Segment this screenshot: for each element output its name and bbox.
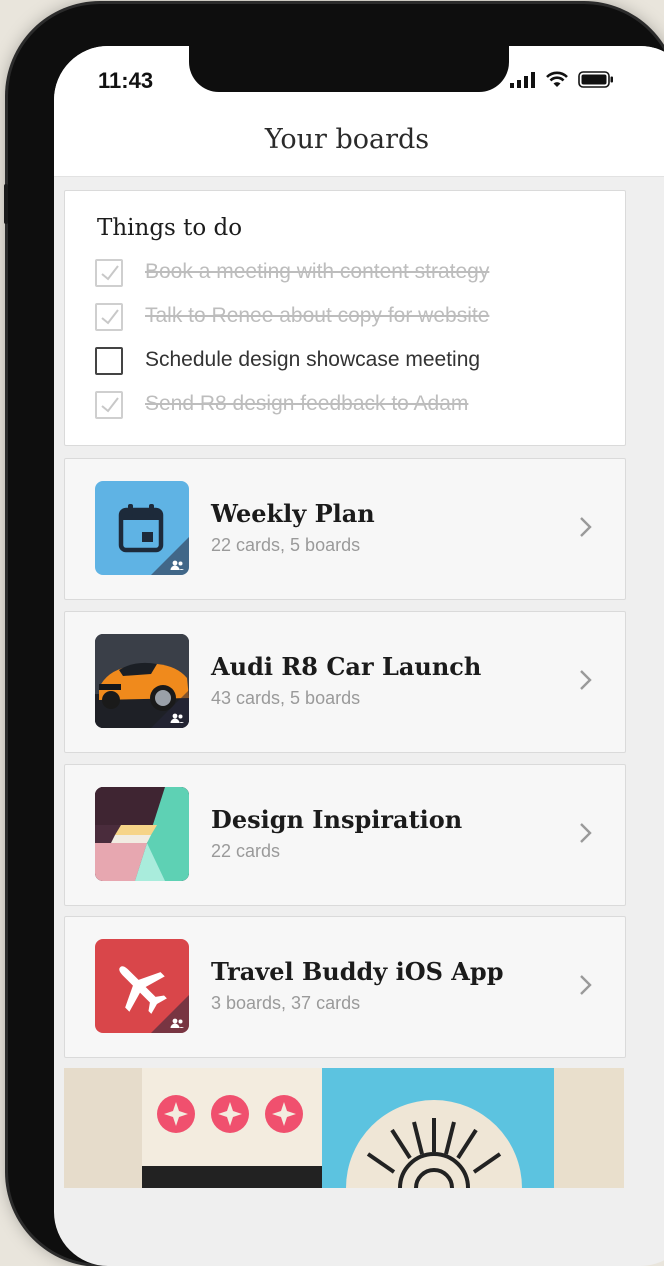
board-thumbnail — [95, 787, 189, 881]
checkbox-checked[interactable] — [95, 303, 123, 331]
checkbox-unchecked[interactable] — [95, 347, 123, 375]
todo-item[interactable]: Schedule design showcase meeting — [95, 343, 615, 375]
checkbox-checked[interactable] — [95, 391, 123, 419]
screen: 11:43 Your boards Things to do Book a me… — [54, 46, 664, 1266]
chevron-right-icon — [580, 975, 592, 995]
board-thumbnail — [95, 481, 189, 575]
board-card-weekly-plan[interactable]: Weekly Plan 22 cards, 5 boards — [64, 458, 626, 600]
checkmark-icon — [101, 397, 119, 413]
shared-users-icon — [170, 713, 184, 723]
todo-card: Things to do Book a meeting with content… — [64, 190, 626, 446]
todo-item[interactable]: Book a meeting with content strategy — [95, 255, 615, 287]
banner-artwork — [64, 1068, 624, 1188]
todo-text: Send R8 design feedback to Adam — [145, 392, 469, 415]
board-subtitle: 43 cards, 5 boards — [211, 688, 361, 708]
phone-frame: 11:43 Your boards Things to do Book a me… — [4, 4, 664, 1266]
board-title: Weekly Plan — [211, 499, 375, 528]
todo-item[interactable]: Talk to Renee about copy for website — [95, 299, 615, 331]
todo-text: Book a meeting with content strategy — [145, 260, 490, 283]
chevron-right-icon — [580, 517, 592, 537]
board-thumbnail — [95, 939, 189, 1033]
status-icons — [510, 71, 614, 88]
app-header: 11:43 Your boards — [54, 46, 664, 177]
checkbox-checked[interactable] — [95, 259, 123, 287]
board-card-travel-buddy[interactable]: Travel Buddy iOS App 3 boards, 37 cards — [64, 916, 626, 1058]
shared-users-icon — [170, 560, 184, 570]
todo-text: Talk to Renee about copy for website — [145, 304, 490, 327]
todo-title: Things to do — [97, 215, 243, 241]
geometric-art — [95, 787, 189, 881]
board-subtitle: 22 cards — [211, 841, 281, 861]
board-card-audi-r8[interactable]: Audi R8 Car Launch 43 cards, 5 boards — [64, 611, 626, 753]
todo-text: Schedule design showcase meeting — [145, 348, 481, 371]
todo-item[interactable]: Send R8 design feedback to Adam — [95, 387, 615, 419]
board-subtitle: 3 boards, 37 cards — [211, 993, 361, 1013]
checkmark-icon — [101, 309, 119, 325]
cellular-signal-icon — [510, 71, 535, 88]
checkmark-icon — [101, 265, 119, 281]
chevron-right-icon — [580, 823, 592, 843]
status-time: 11:43 — [98, 68, 154, 93]
board-card-design-inspiration[interactable]: Design Inspiration 22 cards — [64, 764, 626, 906]
notch — [189, 46, 509, 92]
mute-switch — [4, 184, 8, 224]
shared-users-icon — [170, 1018, 184, 1028]
wifi-icon — [546, 71, 568, 87]
board-title: Design Inspiration — [211, 805, 463, 834]
page-title: Your boards — [264, 124, 430, 155]
battery-icon — [578, 71, 613, 88]
board-title: Travel Buddy iOS App — [211, 957, 504, 986]
board-card-banner[interactable] — [64, 1068, 624, 1188]
board-title: Audi R8 Car Launch — [211, 652, 482, 681]
chevron-right-icon — [580, 670, 592, 690]
board-subtitle: 22 cards, 5 boards — [211, 535, 361, 555]
board-thumbnail — [95, 634, 189, 728]
